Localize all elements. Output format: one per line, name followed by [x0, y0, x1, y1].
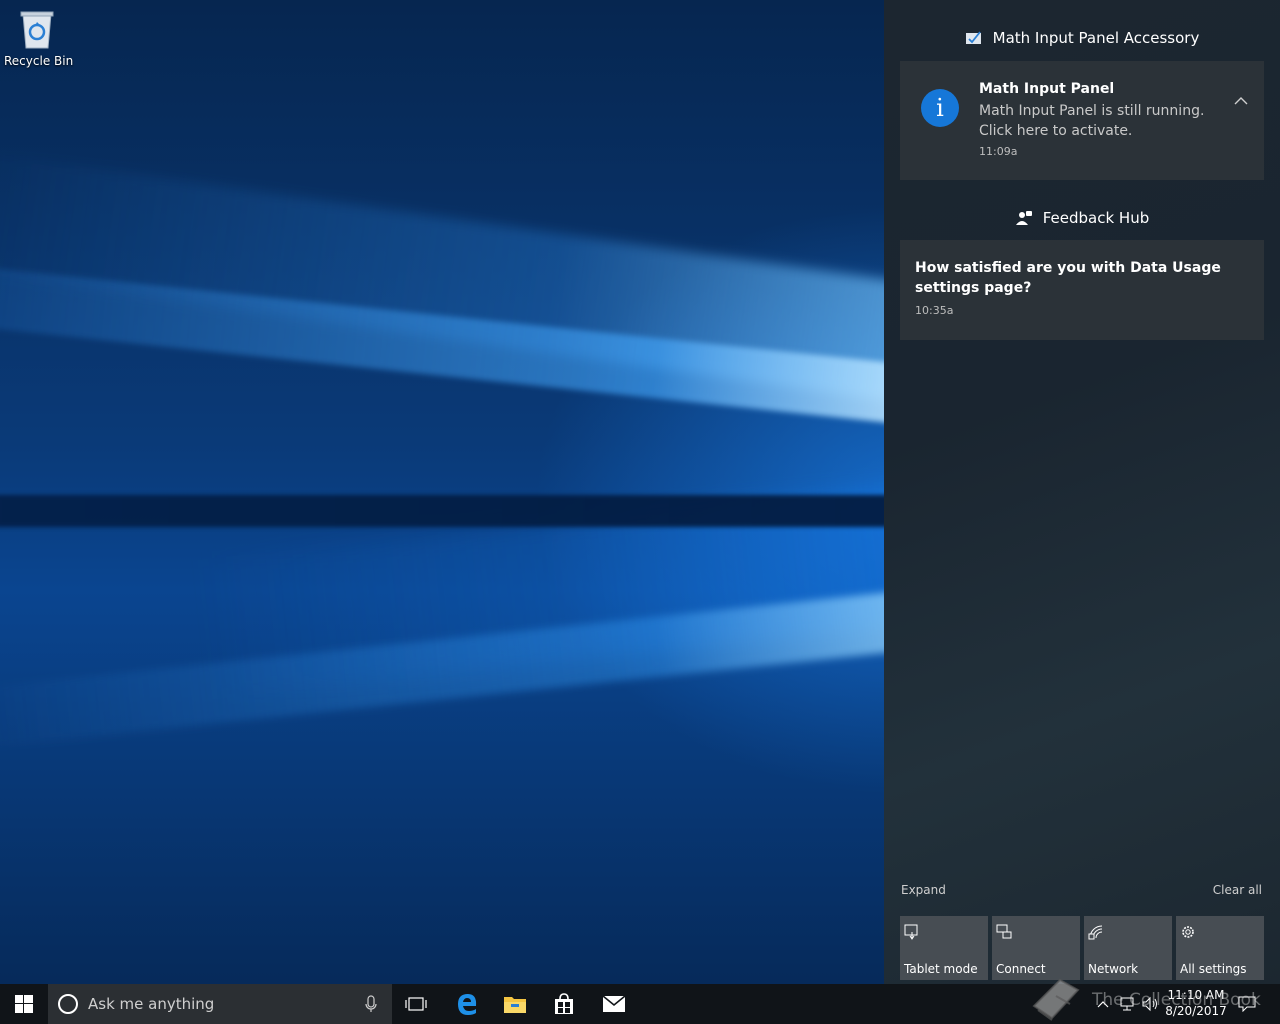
notification-time: 11:09a — [979, 145, 1018, 158]
quick-action-network[interactable]: Network — [1084, 916, 1172, 980]
notification-feedback-hub[interactable]: How satisfied are you with Data Usage se… — [900, 240, 1264, 340]
expand-link[interactable]: Expand — [901, 883, 946, 897]
task-view-icon — [405, 997, 427, 1011]
recycle-bin-icon — [19, 8, 55, 50]
mail-icon — [602, 995, 626, 1012]
cortana-icon — [58, 994, 78, 1014]
search-placeholder: Ask me anything — [88, 995, 215, 1013]
gear-icon — [1180, 924, 1196, 940]
notification-title-line: How satisfied are you with Data Usage — [915, 260, 1221, 276]
quick-action-label: Network — [1088, 962, 1139, 976]
math-input-panel-icon — [965, 30, 983, 46]
notification-group-title: Feedback Hub — [1042, 209, 1150, 227]
quick-action-label: Connect — [996, 962, 1046, 976]
edge-button[interactable] — [443, 984, 491, 1024]
notification-math-input-panel[interactable]: i Math Input Panel Math Input Panel is s… — [900, 61, 1264, 180]
info-icon: i — [921, 89, 959, 127]
quick-action-all-settings[interactable]: All settings — [1176, 916, 1264, 980]
windows-logo-icon — [15, 995, 33, 1013]
notification-title: Math Input Panel — [979, 81, 1115, 97]
quick-action-label: All settings — [1180, 962, 1247, 976]
search-box[interactable]: Ask me anything — [48, 984, 392, 1024]
task-view-button[interactable] — [392, 984, 440, 1024]
notification-body-line: Click here to activate. — [979, 123, 1133, 139]
microphone-icon[interactable] — [364, 994, 378, 1014]
edge-icon — [458, 994, 477, 1015]
tablet-mode-icon — [904, 924, 920, 940]
taskbar: Ask me anything 11:10 AM 8/20/2017 — [0, 984, 1280, 1024]
desktop-icon-recycle-bin[interactable]: Recycle Bin — [4, 6, 74, 76]
feedback-hub-icon — [1015, 210, 1033, 226]
mail-button[interactable] — [590, 984, 638, 1024]
notification-title-line: settings page? — [915, 280, 1032, 296]
store-button[interactable] — [540, 984, 588, 1024]
clear-all-link[interactable]: Clear all — [1213, 883, 1262, 897]
connect-icon — [996, 924, 1012, 940]
file-explorer-button[interactable] — [491, 984, 539, 1024]
action-center: Math Input Panel Accessory i Math Input … — [884, 0, 1280, 984]
quick-action-tablet-mode[interactable]: Tablet mode — [900, 916, 988, 980]
watermark-book-icon — [1030, 976, 1082, 1022]
quick-action-label: Tablet mode — [904, 962, 978, 976]
chevron-up-icon[interactable] — [1234, 91, 1248, 105]
network-icon — [1088, 924, 1104, 940]
file-explorer-icon — [504, 997, 526, 1013]
notification-group-header-feedback-hub[interactable]: Feedback Hub — [900, 198, 1264, 238]
recycle-bin-label: Recycle Bin — [4, 54, 74, 68]
wallpaper-dark-band — [0, 495, 884, 527]
quick-action-connect[interactable]: Connect — [992, 916, 1080, 980]
watermark-text: The Collection Book — [1092, 990, 1261, 1010]
start-button[interactable] — [0, 984, 48, 1024]
notification-body-line: Math Input Panel is still running. — [979, 103, 1205, 119]
notification-group-title: Math Input Panel Accessory — [992, 29, 1200, 47]
desktop[interactable]: Recycle Bin — [0, 0, 884, 984]
notification-time: 10:35a — [915, 304, 954, 317]
notification-group-header-math-input[interactable]: Math Input Panel Accessory — [900, 18, 1264, 58]
store-icon — [555, 993, 573, 1014]
